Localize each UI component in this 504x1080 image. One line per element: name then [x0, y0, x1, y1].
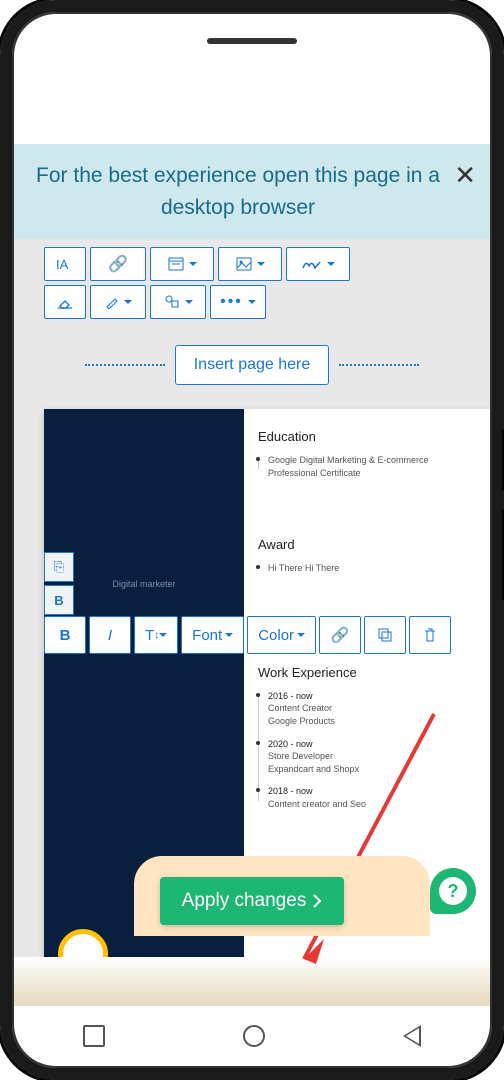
more-button[interactable]: •••	[210, 285, 266, 319]
bold-side-button[interactable]: B	[44, 585, 74, 615]
work-heading: Work Experience	[258, 665, 476, 680]
desktop-banner: For the best experience open this page i…	[14, 144, 490, 239]
highlight-button[interactable]	[90, 285, 146, 319]
color-button[interactable]: Color	[247, 616, 316, 654]
help-icon: ?	[439, 877, 467, 905]
work-item: 2020 - nowStore DeveloperExpandcart and …	[258, 738, 476, 776]
close-icon[interactable]: ✕	[454, 160, 476, 191]
eraser-button[interactable]	[44, 285, 86, 319]
layout-button[interactable]	[150, 247, 214, 281]
text-format-toolbar: B I T↕ Font Color 🔗	[44, 616, 482, 654]
bold-button[interactable]: B	[44, 616, 86, 654]
apply-label: Apply changes	[182, 890, 307, 912]
image-button[interactable]	[218, 247, 282, 281]
back-button[interactable]	[403, 1025, 421, 1047]
android-navbar	[14, 1010, 490, 1062]
chevron-right-icon	[312, 893, 322, 909]
svg-text:IA: IA	[56, 257, 69, 272]
apply-bar: Apply changes ?	[14, 856, 490, 946]
link-button[interactable]: 🔗	[90, 247, 146, 281]
overview-button[interactable]	[83, 1025, 105, 1047]
link-text-button[interactable]: 🔗	[319, 616, 361, 654]
work-item: 2018 - nowContent creator and Seo	[258, 785, 476, 810]
editor-toolbar: IA 🔗 •••	[14, 239, 490, 327]
help-button[interactable]: ?	[430, 868, 476, 914]
duplicate-button[interactable]	[364, 616, 406, 654]
italic-button[interactable]: I	[89, 616, 131, 654]
text-height-button[interactable]: IA	[44, 247, 86, 281]
resume-subtitle: Digital marketer	[112, 579, 175, 589]
signature-button[interactable]	[286, 247, 350, 281]
divider	[85, 364, 165, 366]
education-heading: Education	[258, 429, 476, 444]
banner-text: For the best experience open this page i…	[34, 160, 442, 223]
insert-page-row: Insert page here	[14, 327, 490, 409]
award-heading: Award	[258, 537, 476, 552]
home-button[interactable]	[243, 1025, 265, 1047]
insert-page-button[interactable]: Insert page here	[175, 345, 330, 385]
copy-side-button[interactable]: ⎘	[44, 552, 74, 582]
apply-changes-button[interactable]: Apply changes	[160, 877, 345, 925]
award-item: Hi There Hi There	[258, 562, 476, 575]
delete-button[interactable]	[409, 616, 451, 654]
work-item: 2016 - nowContent CreatorGoogle Products	[258, 690, 476, 728]
divider	[339, 364, 419, 366]
education-item: Google Digital Marketing & E-commerce Pr…	[258, 454, 476, 479]
font-button[interactable]: Font	[181, 616, 244, 654]
text-size-button[interactable]: T↕	[134, 616, 178, 654]
shapes-button[interactable]	[150, 285, 206, 319]
